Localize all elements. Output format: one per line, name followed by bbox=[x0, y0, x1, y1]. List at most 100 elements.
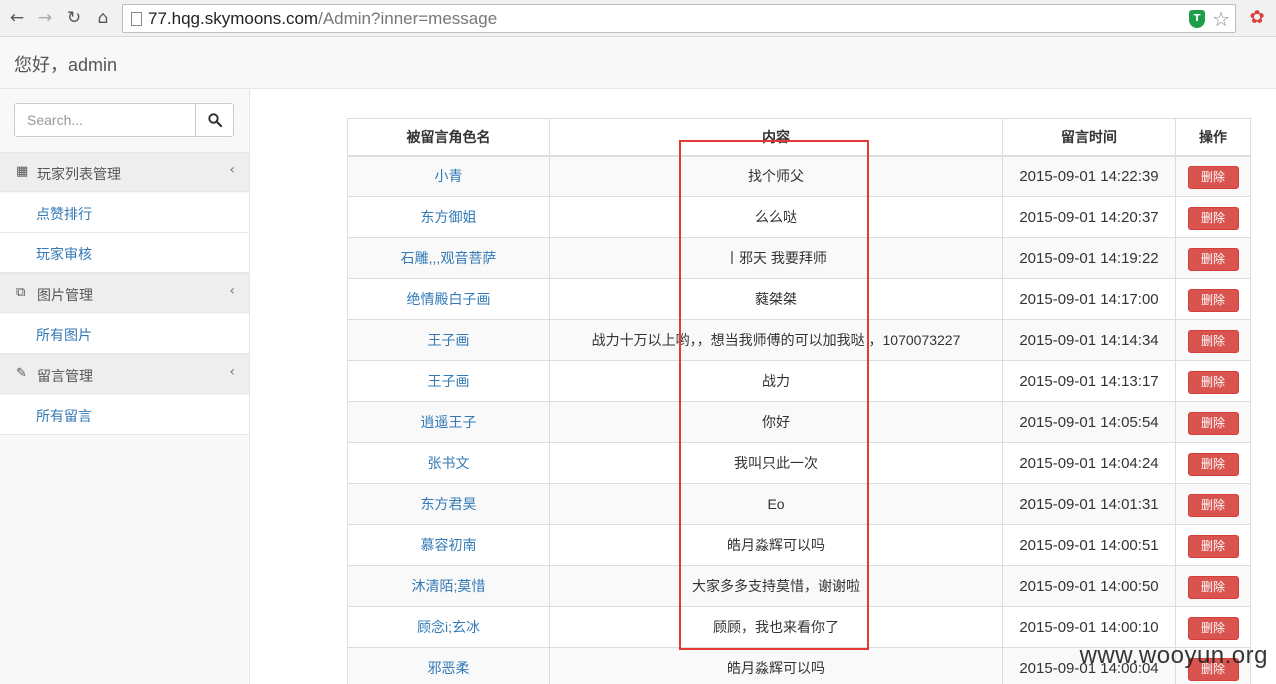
delete-button[interactable]: 删除 bbox=[1187, 576, 1239, 599]
delete-button[interactable]: 删除 bbox=[1187, 617, 1239, 640]
extension-icon[interactable]: ✿ bbox=[1246, 7, 1268, 29]
role-name-link[interactable]: 沐清陌;莫惜 bbox=[347, 565, 550, 607]
search-input[interactable] bbox=[14, 103, 196, 137]
role-name-link[interactable]: 慕容初南 bbox=[347, 524, 550, 566]
chevron-left-icon: ‹ bbox=[229, 162, 235, 178]
browser-toolbar: ← → ↻ ⌂ 77.hqg.skymoons.com/Admin?inner=… bbox=[0, 0, 1276, 37]
delete-button[interactable]: 删除 bbox=[1187, 330, 1239, 353]
url-text[interactable]: 77.hqg.skymoons.com/Admin?inner=message bbox=[148, 9, 497, 29]
delete-button[interactable]: 删除 bbox=[1187, 494, 1239, 517]
back-icon[interactable]: ← bbox=[6, 7, 28, 29]
chevron-left-icon: ‹ bbox=[229, 364, 235, 380]
shield-icon[interactable]: T bbox=[1189, 10, 1205, 28]
table-row: 小青 找个师父 2015-09-01 14:22:39 删除 bbox=[347, 155, 1251, 197]
message-time: 2015-09-01 14:22:39 bbox=[1002, 155, 1176, 197]
message-content: 皓月淼辉可以吗 bbox=[549, 647, 1003, 684]
table-row: 东方君昊 Eo 2015-09-01 14:01:31 删除 bbox=[347, 483, 1251, 525]
sidebar-item-all-images[interactable]: 所有图片 bbox=[0, 314, 249, 354]
table-row: 逍遥王子 你好 2015-09-01 14:05:54 删除 bbox=[347, 401, 1251, 443]
sidebar-item-label: 所有图片 bbox=[36, 328, 92, 344]
table-row: 王子画 战力 2015-09-01 14:13:17 删除 bbox=[347, 360, 1251, 402]
column-header-time: 留言时间 bbox=[1002, 118, 1176, 157]
search-box bbox=[14, 103, 234, 137]
reload-icon[interactable]: ↻ bbox=[63, 7, 85, 29]
sidebar-item-player-review[interactable]: 玩家审核 bbox=[0, 233, 249, 273]
message-time: 2015-09-01 14:13:17 bbox=[1002, 360, 1176, 402]
sidebar-item-label: 点赞排行 bbox=[36, 207, 92, 223]
message-content: 么么哒 bbox=[549, 196, 1003, 238]
message-content: 找个师父 bbox=[549, 155, 1003, 197]
role-name-link[interactable]: 王子画 bbox=[347, 319, 550, 361]
sidebar-group-players[interactable]: ▦ 玩家列表管理 ‹ bbox=[0, 152, 249, 192]
message-content: 大家多多支持莫惜，谢谢啦 bbox=[549, 565, 1003, 607]
role-name-link[interactable]: 小青 bbox=[347, 155, 550, 197]
actions-cell: 删除 bbox=[1175, 319, 1251, 361]
edit-icon: ✎ bbox=[16, 366, 27, 381]
role-name-link[interactable]: 绝情殿白子画 bbox=[347, 278, 550, 320]
message-time: 2015-09-01 14:17:00 bbox=[1002, 278, 1176, 320]
sidebar-item-label: 所有留言 bbox=[36, 409, 92, 425]
message-time: 2015-09-01 14:05:54 bbox=[1002, 401, 1176, 443]
delete-button[interactable]: 删除 bbox=[1187, 207, 1239, 230]
delete-button[interactable]: 删除 bbox=[1187, 289, 1239, 312]
role-name-link[interactable]: 逍遥王子 bbox=[347, 401, 550, 443]
delete-button[interactable]: 删除 bbox=[1187, 371, 1239, 394]
role-name-link[interactable]: 顾念i;玄冰 bbox=[347, 606, 550, 648]
top-header: 您好，admin bbox=[0, 37, 1276, 89]
role-name-link[interactable]: 石雕,,,观音菩萨 bbox=[347, 237, 550, 279]
message-time: 2015-09-01 14:04:24 bbox=[1002, 442, 1176, 484]
table-row: 石雕,,,观音菩萨 丨邪天 我要拜师 2015-09-01 14:19:22 删除 bbox=[347, 237, 1251, 279]
message-content: 战力 bbox=[549, 360, 1003, 402]
column-header-content: 内容 bbox=[549, 118, 1003, 157]
message-content: Eo bbox=[549, 483, 1003, 525]
actions-cell: 删除 bbox=[1175, 401, 1251, 443]
actions-cell: 删除 bbox=[1175, 565, 1251, 607]
role-name-link[interactable]: 东方御姐 bbox=[347, 196, 550, 238]
message-time: 2015-09-01 14:01:31 bbox=[1002, 483, 1176, 525]
sidebar-group-images[interactable]: ⧉ 图片管理 ‹ bbox=[0, 273, 249, 313]
role-name-link[interactable]: 邪恶柔 bbox=[347, 647, 550, 684]
actions-cell: 删除 bbox=[1175, 155, 1251, 197]
table-icon: ▦ bbox=[16, 164, 29, 179]
star-icon[interactable]: ☆ bbox=[1212, 7, 1230, 31]
messages-table-container: 被留言角色名 内容 留言时间 操作 小青 找个师父 2015-09-01 14:22… bbox=[347, 118, 1251, 684]
address-bar[interactable]: 77.hqg.skymoons.com/Admin?inner=message … bbox=[122, 4, 1236, 33]
delete-button[interactable]: 删除 bbox=[1187, 412, 1239, 435]
role-name-link[interactable]: 东方君昊 bbox=[347, 483, 550, 525]
greeting-text: 您好，admin bbox=[14, 55, 118, 75]
table-row: 东方御姐 么么哒 2015-09-01 14:20:37 删除 bbox=[347, 196, 1251, 238]
message-time: 2015-09-01 14:14:34 bbox=[1002, 319, 1176, 361]
copy-icon: ⧉ bbox=[16, 285, 26, 300]
sidebar-group-label: 留言管理 bbox=[37, 369, 93, 385]
home-icon[interactable]: ⌂ bbox=[92, 7, 114, 29]
sidebar-item-likes-ranking[interactable]: 点赞排行 bbox=[0, 193, 249, 233]
delete-button[interactable]: 删除 bbox=[1187, 535, 1239, 558]
delete-button[interactable]: 删除 bbox=[1187, 166, 1239, 190]
message-time: 2015-09-01 14:00:50 bbox=[1002, 565, 1176, 607]
message-content: 皓月淼辉可以吗 bbox=[549, 524, 1003, 566]
actions-cell: 删除 bbox=[1175, 360, 1251, 402]
table-header-row: 被留言角色名 内容 留言时间 操作 bbox=[347, 118, 1251, 157]
page-icon bbox=[131, 12, 142, 26]
table-row: 绝情殿白子画 蕤桀桀 2015-09-01 14:17:00 删除 bbox=[347, 278, 1251, 320]
chevron-left-icon: ‹ bbox=[229, 283, 235, 299]
message-time: 2015-09-01 14:00:51 bbox=[1002, 524, 1176, 566]
url-host: 77.hqg.skymoons.com bbox=[148, 9, 319, 28]
column-header-role-name: 被留言角色名 bbox=[347, 118, 550, 157]
search-button[interactable] bbox=[195, 103, 234, 137]
table-row: 沐清陌;莫惜 大家多多支持莫惜，谢谢啦 2015-09-01 14:00:50 删除 bbox=[347, 565, 1251, 607]
message-content: 顾顾，我也来看你了 bbox=[549, 606, 1003, 648]
forward-icon[interactable]: → bbox=[34, 7, 56, 29]
delete-button[interactable]: 删除 bbox=[1187, 453, 1239, 476]
search-icon bbox=[208, 113, 222, 127]
sidebar: ▦ 玩家列表管理 ‹ 点赞排行 玩家审核 ⧉ 图片管理 ‹ 所有图片 ✎ 留言管… bbox=[0, 89, 250, 684]
sidebar-group-messages[interactable]: ✎ 留言管理 ‹ bbox=[0, 354, 249, 394]
sidebar-item-all-messages[interactable]: 所有留言 bbox=[0, 395, 249, 435]
actions-cell: 删除 bbox=[1175, 483, 1251, 525]
role-name-link[interactable]: 张书文 bbox=[347, 442, 550, 484]
delete-button[interactable]: 删除 bbox=[1187, 248, 1239, 271]
actions-cell: 删除 bbox=[1175, 237, 1251, 279]
role-name-link[interactable]: 王子画 bbox=[347, 360, 550, 402]
table-row: 张书文 我叫只此一次 2015-09-01 14:04:24 删除 bbox=[347, 442, 1251, 484]
actions-cell: 删除 bbox=[1175, 196, 1251, 238]
